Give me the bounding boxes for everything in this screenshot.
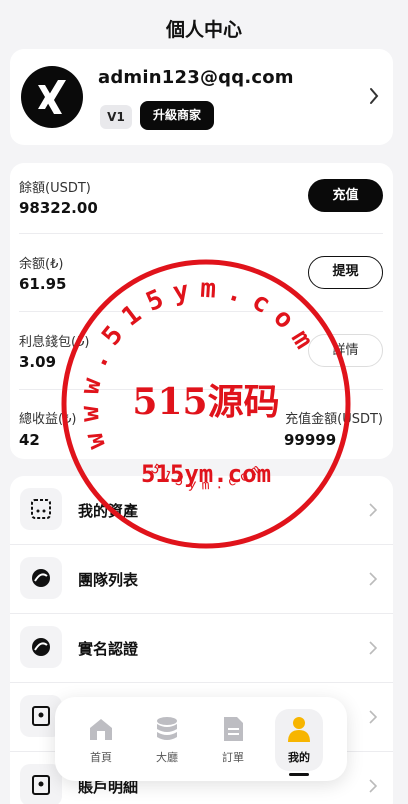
detail-button[interactable]: 詳情 [308, 334, 383, 367]
nav-item-home[interactable]: 首頁 [73, 709, 129, 769]
rmb-balance-value: 61.95 [19, 275, 67, 293]
total-income-value: 42 [19, 431, 40, 449]
menu-item-team-list[interactable]: 團隊列表 [10, 545, 393, 613]
nav-label: 大廳 [156, 751, 178, 764]
nav-label: 我的 [288, 751, 310, 764]
total-income-label: 總收益(₺) [19, 412, 77, 427]
account-detail-icon [20, 764, 62, 804]
divider [19, 311, 383, 312]
home-icon [90, 719, 112, 740]
nav-label: 首頁 [90, 751, 112, 764]
menu-item-label: 團隊列表 [78, 571, 139, 589]
brand-logo-icon [38, 80, 66, 114]
usdt-balance-label: 餘額(USDT) [19, 181, 91, 196]
divider [19, 233, 383, 234]
chevron-right-icon[interactable] [369, 87, 379, 105]
chevron-right-icon [369, 572, 377, 586]
profile-card[interactable]: admin123@qq.com V1 升級商家 [10, 49, 393, 145]
order-icon [224, 717, 243, 741]
chevron-right-icon [369, 641, 377, 655]
nav-label: 訂單 [222, 751, 244, 764]
nav-item-mine[interactable]: 我的 [271, 709, 327, 776]
profile-icon [288, 717, 310, 742]
balance-card: 餘額(USDT) 98322.00 充值 余额(₺) 61.95 提現 利息錢包… [10, 163, 393, 459]
interest-wallet-value: 3.09 [19, 353, 57, 371]
recharge-amount-label: 充值金額(USDT) [285, 412, 383, 427]
nav-active-indicator [289, 773, 309, 776]
level-badge: V1 [100, 105, 132, 129]
wallet-icon [20, 488, 62, 530]
menu-item-label: 實名認證 [78, 640, 139, 658]
chevron-right-icon [369, 779, 377, 793]
upgrade-merchant-button[interactable]: 升級商家 [140, 101, 214, 130]
recharge-button[interactable]: 充值 [308, 179, 383, 212]
withdraw-button[interactable]: 提現 [308, 256, 383, 289]
lobby-icon [157, 717, 177, 740]
menu-item-real-name-verify[interactable]: 實名認證 [10, 614, 393, 682]
rmb-balance-label: 余额(₺) [19, 257, 64, 272]
divider [19, 389, 383, 390]
chevron-right-icon [369, 503, 377, 517]
user-email: admin123@qq.com [98, 67, 294, 88]
nav-item-orders[interactable]: 訂單 [205, 709, 261, 769]
bottom-nav: 首頁 大廳 訂單 我的 [55, 697, 347, 781]
menu-item-label: 我的資產 [78, 502, 139, 520]
recharge-amount-value: 99999 [284, 431, 337, 449]
chevron-right-icon [369, 710, 377, 724]
avatar[interactable] [21, 66, 83, 128]
interest-wallet-label: 利息錢包(₺) [19, 335, 90, 350]
nav-item-lobby[interactable]: 大廳 [139, 709, 195, 769]
team-icon [20, 557, 62, 599]
usdt-balance-value: 98322.00 [19, 199, 98, 217]
menu-item-my-assets[interactable]: 我的資產 [10, 476, 393, 544]
verify-icon [20, 626, 62, 668]
